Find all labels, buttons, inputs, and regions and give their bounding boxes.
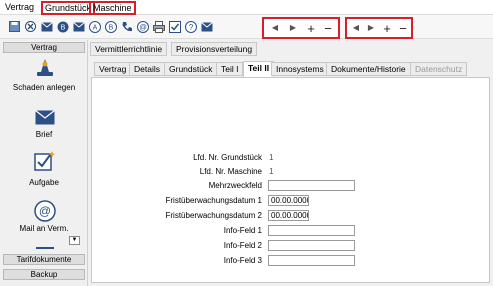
remove-icon[interactable]: − (321, 20, 335, 36)
info1-input[interactable] (268, 225, 355, 236)
sidebar: Vertrag Schaden anlegen Brief Aufgabe @ … (0, 40, 88, 286)
sidebar-footer-tarifdokumente[interactable]: Tarifdokumente (3, 254, 85, 265)
lfd-maschine-value: 1 (269, 167, 274, 176)
task-icon (34, 150, 56, 174)
menu-vertrag[interactable]: Vertrag (3, 2, 36, 15)
toolbar: B A B @ ? ◀ ▶ + − ◀ ▶ + − (0, 15, 493, 39)
menu-grundstueck[interactable]: Grundstück (41, 1, 96, 15)
print-icon[interactable] (152, 20, 165, 33)
scroll-indicator (36, 247, 54, 249)
sidebar-item-label: Mail an Verm. (19, 224, 69, 233)
sidebar-header[interactable]: Vertrag (3, 42, 85, 53)
a-icon[interactable]: A (88, 20, 101, 33)
info3-label: Info-Feld 3 (223, 256, 262, 265)
info3-input[interactable] (268, 255, 355, 266)
remove-icon[interactable]: − (396, 20, 410, 36)
lfd-grundstueck-label: Lfd. Nr. Grundstück (193, 153, 262, 162)
tab-vermittlerrichtlinie[interactable]: Vermittlerrichtlinie (90, 42, 168, 56)
mehrzweckfeld-input[interactable] (268, 180, 355, 191)
cancel-icon[interactable] (24, 20, 37, 33)
tab-panel-teil-2: Lfd. Nr. Grundstück 1 Lfd. Nr. Maschine … (91, 77, 490, 283)
sidebar-item-aufgabe[interactable]: Aufgabe (2, 150, 86, 190)
help-icon[interactable]: ? (184, 20, 197, 33)
letter-icon (35, 110, 55, 127)
prev-icon[interactable]: ◀ (349, 20, 363, 36)
svg-text:B: B (108, 24, 113, 31)
svg-text:A: A (92, 24, 97, 31)
save-icon[interactable] (8, 20, 21, 33)
sidebar-item-label: Brief (35, 130, 53, 139)
tab-teil-2[interactable]: Teil II (243, 61, 275, 78)
frist2-input[interactable] (268, 210, 309, 221)
sidebar-item-label: Aufgabe (29, 178, 59, 187)
add-icon[interactable]: + (380, 20, 394, 36)
svg-text:B: B (60, 24, 65, 31)
svg-text:?: ? (188, 23, 193, 32)
damage-icon (35, 58, 55, 82)
tab-innosystems[interactable]: Innosystems (271, 62, 329, 76)
tab-datenschutz: Datenschutz (410, 62, 468, 76)
info1-label: Info-Feld 1 (223, 226, 262, 235)
sidebar-item-label: Schaden anlegen (12, 83, 76, 92)
mail-alt-icon[interactable] (200, 20, 213, 33)
tab-provisionsverteilung[interactable]: Provisionsverteilung (171, 42, 258, 56)
mail-at-icon: @ (34, 200, 56, 224)
b-icon[interactable]: B (104, 20, 117, 33)
phone-icon[interactable] (120, 20, 133, 33)
next-icon[interactable]: ▶ (286, 20, 300, 36)
mehrzweckfeld-label: Mehrzweckfeld (208, 181, 262, 190)
sidebar-item-brief[interactable]: Brief (2, 110, 86, 142)
prev-icon[interactable]: ◀ (268, 20, 282, 36)
tab-vertrag[interactable]: Vertrag (94, 62, 132, 76)
chevron-down-icon[interactable]: ▼ (69, 236, 80, 245)
add-icon[interactable]: + (304, 20, 318, 36)
info2-label: Info-Feld 2 (223, 241, 262, 250)
info2-input[interactable] (268, 240, 355, 251)
main-area: Vermittlerrichtlinie Provisionsverteilun… (88, 40, 493, 286)
sidebar-item-mail-verm[interactable]: @ Mail an Verm. (2, 200, 86, 234)
checklist-icon[interactable] (168, 20, 181, 33)
tab-details[interactable]: Details (129, 62, 165, 76)
frist2-label: Fristüberwachungsdatum 2 (165, 211, 263, 220)
mail-icon[interactable] (40, 20, 53, 33)
lfd-maschine-label: Lfd. Nr. Maschine (199, 167, 262, 176)
tab-grundstueck[interactable]: Grundstück (164, 62, 218, 76)
sidebar-item-schaden[interactable]: Schaden anlegen (2, 58, 86, 108)
lfd-grundstueck-value: 1 (269, 153, 274, 162)
frist1-label: Fristüberwachungsdatum 1 (165, 196, 263, 205)
tab-dokumente-historie[interactable]: Dokumente/Historie (326, 62, 411, 76)
at-icon[interactable]: @ (136, 20, 149, 33)
tab-teil-1[interactable]: Teil I (216, 62, 244, 76)
svg-text:@: @ (39, 204, 51, 218)
menu-maschine[interactable]: Maschine (89, 1, 136, 15)
next-icon[interactable]: ▶ (364, 20, 378, 36)
navigator-maschine: ◀ ▶ + − (345, 17, 413, 39)
sidebar-footer-backup[interactable]: Backup (3, 269, 85, 280)
email-icon[interactable] (72, 20, 85, 33)
navigator-grundstueck: ◀ ▶ + − (262, 17, 340, 39)
svg-text:@: @ (139, 22, 147, 31)
menu-bar: Vertrag Grundstück Maschine (0, 0, 493, 15)
contact-icon[interactable]: B (56, 20, 69, 33)
frist1-input[interactable] (268, 195, 309, 206)
